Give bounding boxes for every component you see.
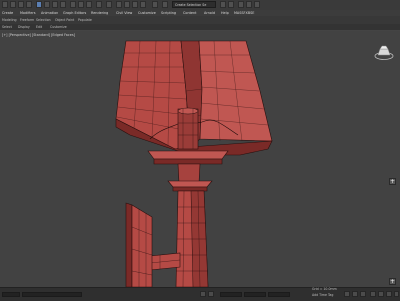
unlink-button[interactable] xyxy=(26,1,32,8)
edit-named-selection-button[interactable] xyxy=(152,1,158,8)
snaps-toggle-button[interactable] xyxy=(116,1,122,8)
middle-collar[interactable] xyxy=(167,180,213,192)
mirror-button[interactable] xyxy=(162,1,168,8)
upper-collar[interactable] xyxy=(147,150,229,184)
window-crossing-button[interactable] xyxy=(60,1,66,8)
grid-size-readout: Grid = 10.0mm xyxy=(312,287,337,291)
y-coordinate-field[interactable] xyxy=(244,292,266,297)
viewport-expand-button[interactable]: + xyxy=(389,178,396,185)
reference-coordinate-button[interactable] xyxy=(96,1,102,8)
selection-set-dropdown[interactable]: Create Selection Se xyxy=(172,1,216,8)
pan-button[interactable] xyxy=(378,291,384,297)
spinner-snap-button[interactable] xyxy=(140,1,146,8)
ribbon-tab-populate[interactable]: Populate xyxy=(78,16,92,24)
perspective-viewport[interactable]: [+] [Perspective] [Standard] [Edged Face… xyxy=(0,31,400,287)
select-by-name-button[interactable] xyxy=(44,1,50,8)
move-button[interactable] xyxy=(70,1,76,8)
prompt-line xyxy=(22,292,82,297)
wall-plate[interactable] xyxy=(125,202,153,287)
play-button[interactable] xyxy=(352,291,358,297)
selection-lock-button[interactable] xyxy=(208,291,214,297)
viewcube-icon[interactable] xyxy=(374,45,394,61)
redo-button[interactable] xyxy=(10,1,16,8)
maximize-viewport-button[interactable] xyxy=(394,291,399,297)
isolate-selection-button[interactable] xyxy=(200,291,206,297)
add-time-tag-button[interactable]: Add Time Tag xyxy=(312,293,333,298)
rotate-button[interactable] xyxy=(78,1,84,8)
material-editor-button[interactable] xyxy=(238,1,244,8)
ribbon-tab-selection[interactable]: Selection xyxy=(36,16,51,24)
undo-button[interactable] xyxy=(2,1,8,8)
explorer-tabs: Select Display Edit Customize xyxy=(0,24,400,30)
go-to-end-button[interactable] xyxy=(360,291,366,297)
lamp-model[interactable] xyxy=(0,31,400,287)
maxscript-listener-field[interactable] xyxy=(2,292,20,297)
select-object-button[interactable] xyxy=(36,1,42,8)
zoom-button[interactable] xyxy=(370,291,376,297)
tab-customize[interactable]: Customize xyxy=(50,24,67,30)
go-to-start-button[interactable] xyxy=(344,291,350,297)
toggle-ribbon-button[interactable] xyxy=(228,1,234,8)
angle-snap-button[interactable] xyxy=(124,1,130,8)
orbit-button[interactable] xyxy=(386,291,392,297)
ribbon-tab-freeform[interactable]: Freeform xyxy=(20,16,34,24)
lamp-stem[interactable] xyxy=(175,190,209,287)
ribbon-tab-object-paint[interactable]: Object Paint xyxy=(55,16,74,24)
lamp-socket[interactable] xyxy=(177,107,199,150)
tab-select[interactable]: Select xyxy=(2,24,12,30)
rectangular-selection-button[interactable] xyxy=(52,1,58,8)
ribbon-tab-modeling[interactable]: Modeling xyxy=(2,16,17,24)
x-coordinate-field[interactable] xyxy=(220,292,242,297)
link-button[interactable] xyxy=(18,1,24,8)
time-slider-button[interactable]: + xyxy=(389,278,396,285)
z-coordinate-field[interactable] xyxy=(268,292,290,297)
render-frame-button[interactable] xyxy=(254,1,260,8)
percent-snap-button[interactable] xyxy=(132,1,138,8)
render-setup-button[interactable] xyxy=(246,1,252,8)
scale-button[interactable] xyxy=(86,1,92,8)
layer-explorer-button[interactable] xyxy=(220,1,226,8)
tab-display[interactable]: Display xyxy=(18,24,30,30)
tab-edit[interactable]: Edit xyxy=(36,24,42,30)
status-bar: Grid = 10.0mm Add Time Tag xyxy=(0,287,400,301)
pivot-center-button[interactable] xyxy=(106,1,112,8)
